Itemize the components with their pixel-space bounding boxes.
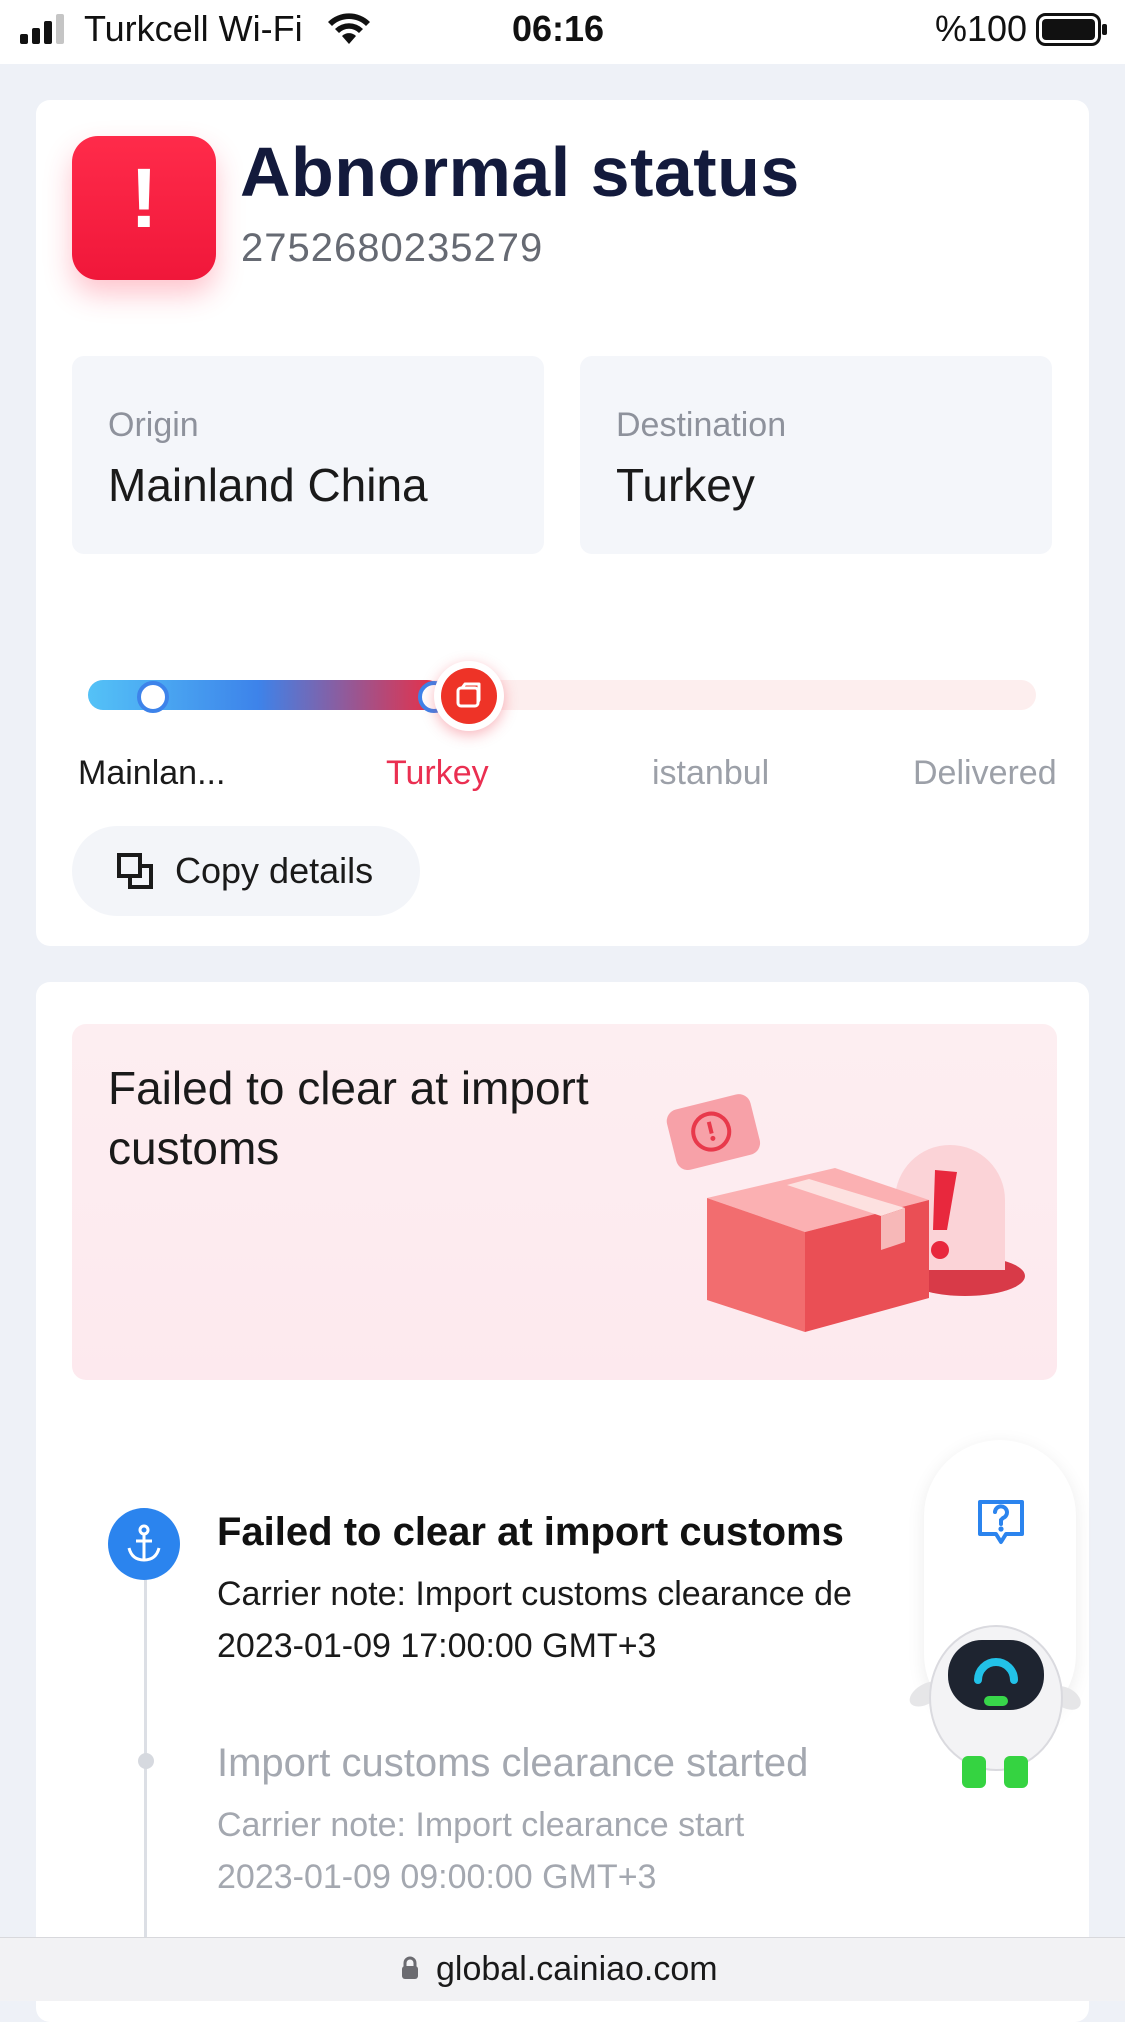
destination-box: Destination Turkey xyxy=(580,356,1052,554)
origin-value: Mainland China xyxy=(108,459,428,511)
copy-icon xyxy=(117,853,153,889)
origin-label: Origin xyxy=(108,406,199,444)
timeline-event-note: Carrier note: Import clearance start xyxy=(217,1806,745,1844)
question-chat-icon[interactable] xyxy=(974,1496,1028,1550)
progress-node-origin xyxy=(137,681,169,713)
battery-percentage: %100 xyxy=(935,8,1028,49)
exception-message: Failed to clear at import customs xyxy=(108,1062,589,1174)
battery-icon xyxy=(1036,13,1107,46)
timeline-event-title: Failed to clear at import customs xyxy=(217,1510,844,1554)
wifi-icon xyxy=(328,13,370,44)
timeline-event-note: Carrier note: Import customs clearance d… xyxy=(217,1575,852,1613)
timeline-current-node xyxy=(108,1508,180,1580)
timeline-event-time: 2023-01-09 09:00:00 GMT+3 xyxy=(217,1858,657,1896)
stage-label-current: Turkey xyxy=(386,754,489,792)
timeline-node xyxy=(138,1753,154,1769)
carrier-name: Turkcell Wi-Fi xyxy=(84,8,303,49)
timeline-event-time: 2023-01-09 17:00:00 GMT+3 xyxy=(217,1627,657,1665)
anchor-icon xyxy=(127,1524,161,1562)
destination-label: Destination xyxy=(616,406,787,444)
url-text: global.cainiao.com xyxy=(436,1950,718,1988)
status-title: Abnormal status xyxy=(240,133,800,211)
package-icon xyxy=(456,682,481,708)
stage-label: Delivered xyxy=(913,754,1057,792)
timeline-event-title: Import customs clearance started xyxy=(217,1741,809,1785)
alert-badge: ! xyxy=(72,136,216,280)
assistant-robot-mascot[interactable] xyxy=(900,1598,1086,1788)
stage-label: istanbul xyxy=(652,754,770,792)
destination-value: Turkey xyxy=(616,459,755,511)
cell-signal-icon xyxy=(20,14,64,44)
tracking-number[interactable]: 2752680235279 xyxy=(241,226,543,271)
damaged-package-illustration xyxy=(666,1094,1025,1332)
copy-details-button[interactable]: Copy details xyxy=(72,826,420,916)
current-location-marker xyxy=(434,661,504,731)
stage-label: Mainlan... xyxy=(78,754,226,792)
lock-icon xyxy=(402,1956,418,1979)
clock: 06:16 xyxy=(512,8,605,49)
browser-url-bar[interactable]: global.cainiao.com xyxy=(0,1937,1125,2001)
status-bar: Turkcell Wi-Fi 06:16 %100 xyxy=(0,0,1125,64)
exclamation-icon: ! xyxy=(130,151,158,245)
origin-box: Origin Mainland China xyxy=(72,356,544,554)
copy-details-label: Copy details xyxy=(175,850,374,891)
